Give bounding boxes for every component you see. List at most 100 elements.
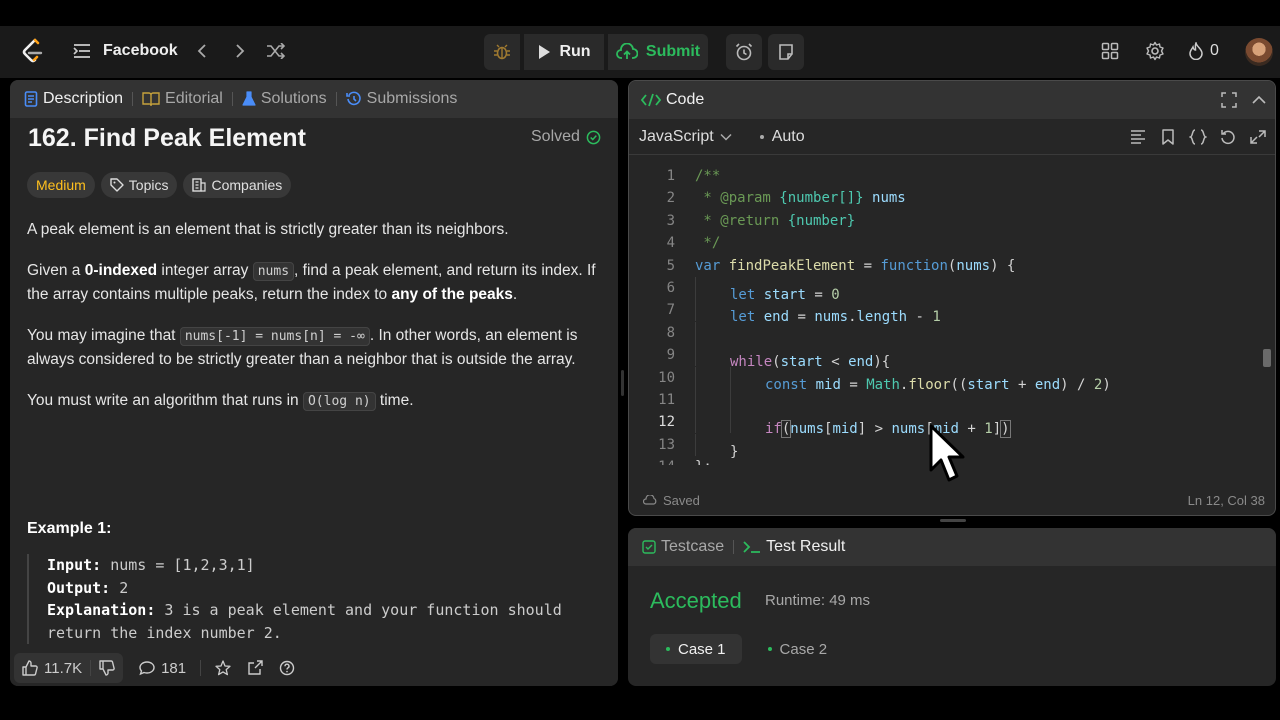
code-line: 5 var findPeakElement = function(nums) { — [629, 255, 1259, 277]
code-text: * @param {number[]} nums — [695, 190, 906, 207]
help-button[interactable] — [271, 654, 303, 682]
tab-code[interactable]: Code — [629, 81, 713, 119]
braces-icon[interactable] — [1189, 129, 1207, 145]
debug-button[interactable] — [484, 34, 520, 70]
problem-list-title[interactable]: Facebook — [103, 41, 178, 61]
saved-status: Saved — [643, 493, 700, 508]
dislike-button[interactable] — [91, 654, 123, 682]
bookmark-icon[interactable] — [1159, 129, 1177, 145]
topics-label: Topics — [128, 177, 169, 193]
pass-dot — [666, 647, 670, 651]
pass-dot — [767, 647, 772, 651]
chevron-left-icon[interactable] — [192, 41, 212, 61]
format-lines-icon[interactable] — [1129, 129, 1147, 145]
tab-description[interactable]: Description — [10, 80, 132, 118]
description-text: time. — [375, 391, 414, 409]
language-value: JavaScript — [639, 127, 714, 145]
shuffle-icon[interactable] — [266, 41, 286, 61]
timer-button[interactable] — [726, 34, 762, 70]
code-text: while(start < end){ — [677, 344, 890, 370]
expand-icon[interactable] — [1249, 129, 1267, 145]
run-controls: Run Submit — [484, 34, 708, 70]
tab-editorial[interactable]: Editorial — [133, 80, 232, 118]
description-text: You may imagine that — [27, 326, 180, 344]
code-icon — [641, 93, 661, 107]
submit-button[interactable]: Submit — [608, 34, 708, 70]
description-text: A peak element is an element that is str… — [27, 221, 509, 238]
tab-testcase[interactable]: Testcase — [628, 528, 733, 566]
description-text: Given a — [27, 261, 85, 279]
like-button[interactable]: 11.7K — [14, 654, 90, 682]
fullscreen-icon[interactable] — [1221, 92, 1237, 108]
result-panel: Testcase Test Result Accepted Runtime: 4… — [628, 528, 1276, 686]
code-header: Code — [629, 81, 1275, 119]
code-editor[interactable]: 1 /** 2 * @param {number[]} nums 3 * @ret… — [629, 165, 1259, 465]
code-line: 10 const mid = Math.floor((start + end) /… — [629, 366, 1259, 393]
code-text: const mid = Math.floor((start + end) / 2… — [677, 366, 1111, 393]
cloud-icon — [643, 495, 657, 505]
code-text: }; — [677, 456, 712, 465]
run-button[interactable]: Run — [524, 34, 604, 70]
tab-solutions[interactable]: Solutions — [233, 80, 336, 118]
footer-divider — [200, 660, 202, 676]
comments-button[interactable]: 181 — [131, 654, 194, 682]
check-circle-icon — [586, 130, 601, 144]
chevron-up-icon[interactable] — [1251, 92, 1267, 108]
code-text: } — [677, 433, 738, 460]
user-avatar[interactable] — [1245, 38, 1273, 66]
favorite-button[interactable] — [207, 654, 239, 682]
problem-title[interactable]: 162. Find Peak Element — [28, 124, 306, 153]
line-number: 6 — [666, 279, 675, 296]
layout-grid-icon[interactable] — [1100, 41, 1120, 61]
reset-icon[interactable] — [1219, 129, 1237, 145]
tab-test-result[interactable]: Test Result — [734, 528, 854, 566]
example-output-value: 2 — [119, 578, 129, 597]
chevron-right-icon[interactable] — [230, 41, 250, 61]
example-input-key: Input: — [47, 556, 102, 574]
gear-icon[interactable] — [1145, 41, 1165, 61]
notes-button[interactable] — [768, 34, 804, 70]
play-icon — [539, 45, 551, 59]
bottom-letterbox — [0, 692, 1280, 720]
description-paragraph: You must write an algorithm that runs in… — [27, 389, 605, 414]
book-icon — [142, 92, 160, 106]
like-count: 11.7K — [44, 659, 83, 677]
code-text — [677, 388, 765, 411]
language-select[interactable]: JavaScript — [639, 128, 732, 146]
topics-tag[interactable]: Topics — [100, 172, 178, 198]
vertical-resize-handle[interactable] — [940, 519, 966, 522]
question-circle-icon — [279, 660, 295, 676]
case-label: Case 1 — [678, 640, 726, 658]
code-line: 7 let end = nums.length - 1 — [629, 299, 1259, 325]
inline-code: nums — [252, 261, 295, 281]
case-tab-2[interactable]: Case 2 — [752, 634, 844, 664]
companies-tag[interactable]: Companies — [183, 172, 292, 198]
result-tabbar: Testcase Test Result — [628, 528, 1276, 566]
share-button[interactable] — [239, 654, 271, 682]
problem-tags: Medium Topics Companies — [27, 172, 292, 198]
editor-scrollbar[interactable] — [1263, 349, 1271, 367]
description-text: . — [512, 286, 518, 303]
panel-resize-handle[interactable] — [621, 370, 624, 396]
tag-icon — [110, 178, 124, 192]
tab-submissions[interactable]: Submissions — [337, 80, 467, 118]
leetcode-logo-icon[interactable] — [20, 38, 46, 64]
editor-status-bar: Saved Ln 12, Col 38 — [629, 485, 1275, 515]
code-text: * @return {number} — [695, 212, 856, 229]
inline-code: nums[-1] = nums[n] = -∞ — [179, 326, 370, 346]
inline-code: O(log n) — [302, 391, 376, 411]
line-number: 14 — [629, 456, 677, 465]
streak-counter[interactable]: 0 — [1188, 41, 1219, 61]
tab-editorial-label: Editorial — [165, 90, 223, 107]
code-line: 4 */ — [629, 232, 1259, 254]
auto-mode-label: Auto — [771, 127, 805, 145]
cloud-upload-icon — [616, 43, 638, 59]
line-number: 1 — [666, 168, 675, 184]
auto-dot — [759, 134, 764, 139]
problem-list-icon[interactable] — [72, 41, 92, 61]
auto-mode-toggle[interactable]: Auto — [759, 127, 805, 146]
case-tab-1[interactable]: Case 1 — [650, 634, 742, 664]
comment-count: 181 — [161, 659, 187, 677]
runtime-text: Runtime: 49 ms — [765, 592, 871, 609]
example-explanation: Explanation: 3 is a peak element and you… — [47, 599, 605, 622]
